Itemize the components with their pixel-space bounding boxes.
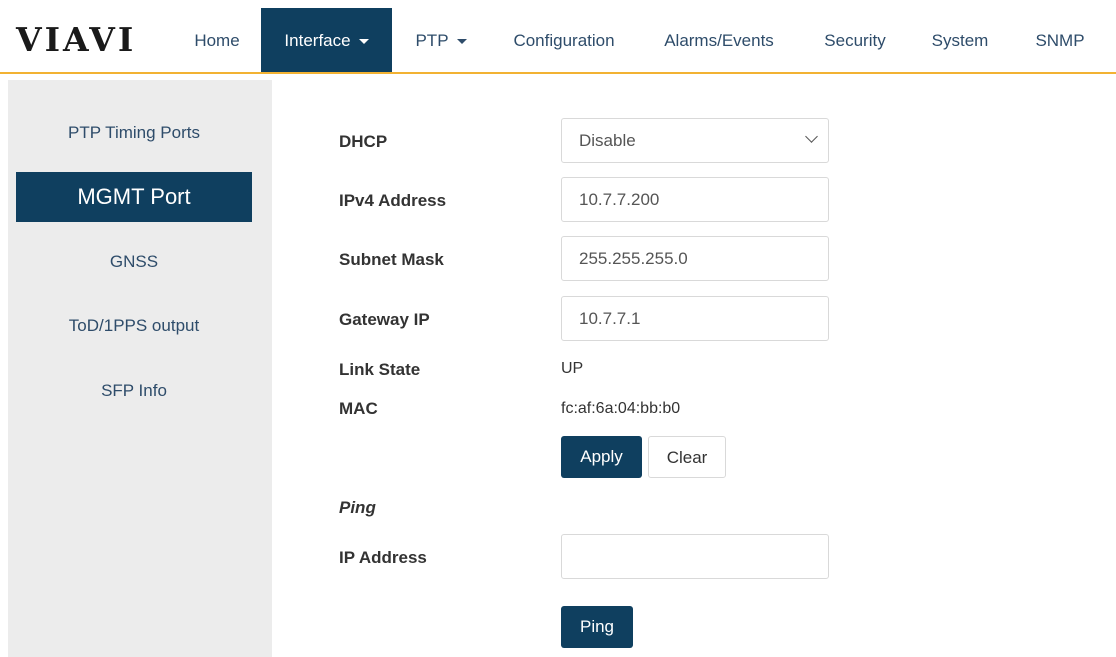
nav-security-label: Security xyxy=(824,31,886,50)
nav-configuration[interactable]: Configuration xyxy=(497,8,631,72)
sidebar-item-gnss[interactable]: GNSS xyxy=(16,252,252,272)
sidebar-item-tod-1pps-output[interactable]: ToD/1PPS output xyxy=(16,316,252,336)
nav-security[interactable]: Security xyxy=(808,8,902,72)
ping-button[interactable]: Ping xyxy=(561,606,633,648)
subnet-mask-input[interactable]: 255.255.255.0 xyxy=(561,236,829,281)
top-navbar: VIAVI Home Interface PTP Configuration A… xyxy=(0,0,1116,74)
mac-value: fc:af:6a:04:bb:b0 xyxy=(561,400,681,417)
dhcp-select[interactable]: Disable xyxy=(561,118,829,163)
ipv4-label: IPv4 Address xyxy=(339,191,447,210)
nav-interface-label: Interface xyxy=(284,31,351,50)
dhcp-label: DHCP xyxy=(339,132,388,151)
ping-ip-address-input[interactable] xyxy=(561,534,829,579)
nav-snmp-label: SNMP xyxy=(1035,31,1085,50)
link-state-value: UP xyxy=(561,360,584,377)
ping-heading: Ping xyxy=(339,498,376,517)
sidebar-item-sfp-info[interactable]: SFP Info xyxy=(16,381,252,401)
nav-configuration-label: Configuration xyxy=(513,31,615,50)
ipv4-address-input[interactable]: 10.7.7.200 xyxy=(561,177,829,222)
nav-system-label: System xyxy=(931,31,989,50)
sidebar-item-ptp-timing-ports[interactable]: PTP Timing Ports xyxy=(16,123,252,143)
sidebar: PTP Timing Ports MGMT Port GNSS ToD/1PPS… xyxy=(8,80,272,657)
nav-ptp[interactable]: PTP xyxy=(396,8,486,72)
caret-down-icon xyxy=(456,39,467,45)
gateway-ip-label: Gateway IP xyxy=(339,310,430,329)
nav-interface[interactable]: Interface xyxy=(261,8,392,72)
chevron-down-icon xyxy=(805,130,818,143)
ping-ip-address-label: IP Address xyxy=(339,548,427,567)
subnet-mask-label: Subnet Mask xyxy=(339,250,444,269)
dhcp-selected-value: Disable xyxy=(579,131,636,150)
nav-system[interactable]: System xyxy=(918,8,1002,72)
gateway-ip-input[interactable]: 10.7.7.1 xyxy=(561,296,829,341)
clear-button[interactable]: Clear xyxy=(648,436,726,478)
link-state-label: Link State xyxy=(339,360,421,379)
apply-button[interactable]: Apply xyxy=(561,436,642,478)
caret-down-icon xyxy=(358,39,369,45)
nav-home[interactable]: Home xyxy=(178,8,256,72)
nav-alarms-events[interactable]: Alarms/Events xyxy=(645,8,793,72)
nav-ptp-label: PTP xyxy=(415,31,449,50)
nav-alarms-events-label: Alarms/Events xyxy=(664,31,774,50)
viavi-logo[interactable]: VIAVI xyxy=(16,22,136,58)
nav-snmp[interactable]: SNMP xyxy=(1021,8,1099,72)
nav-home-label: Home xyxy=(194,31,240,50)
mac-label: MAC xyxy=(339,399,378,418)
sidebar-item-mgmt-port[interactable]: MGMT Port xyxy=(16,172,252,222)
